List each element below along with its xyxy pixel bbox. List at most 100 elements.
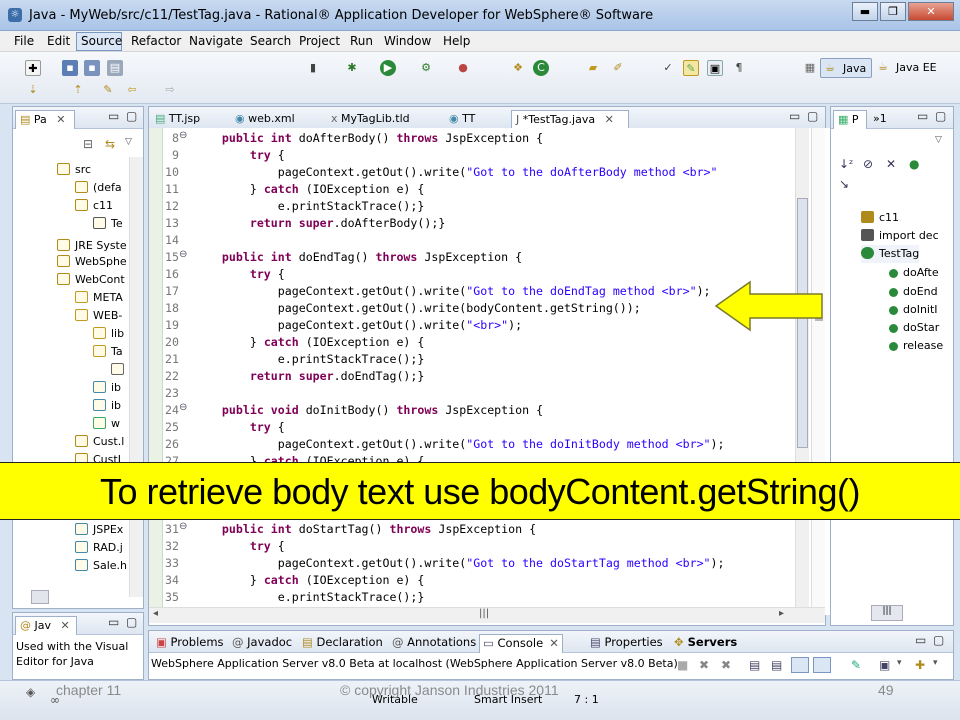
- tree-item[interactable]: META: [75, 289, 123, 307]
- new-class-icon[interactable]: C: [533, 60, 549, 76]
- toggle-breadcrumb-icon[interactable]: ✓: [660, 60, 676, 76]
- outline-item[interactable]: doInitI: [889, 301, 938, 319]
- scroll-lock-icon[interactable]: ▤: [771, 658, 782, 672]
- code-line[interactable]: 33 pageContext.getOut().write("Got to th…: [149, 555, 947, 572]
- code-line[interactable]: 10 pageContext.getOut().write("Got to th…: [149, 164, 947, 181]
- search-icon[interactable]: ✐: [610, 60, 626, 76]
- maximize-view-icon[interactable]: ▢: [935, 109, 946, 123]
- outline-item[interactable]: doEnd: [889, 283, 938, 301]
- menu-help[interactable]: Help: [443, 34, 470, 48]
- hide-fields-icon[interactable]: ⊘: [863, 157, 873, 171]
- hide-local-types-icon[interactable]: ↘: [839, 177, 849, 191]
- code-line[interactable]: 20 } catch (IOException e) {: [149, 334, 947, 351]
- forward-icon[interactable]: ⇨: [162, 82, 178, 98]
- tree-item[interactable]: w: [93, 415, 120, 433]
- perspective-java[interactable]: ☕ Java: [820, 58, 872, 78]
- close-button[interactable]: ✕: [908, 2, 954, 21]
- display-console-icon[interactable]: ▣: [879, 658, 890, 672]
- tab-javadoc[interactable]: @ Javadoc: [229, 634, 295, 653]
- tree-item[interactable]: (defa: [75, 179, 122, 197]
- close-tab-icon[interactable]: ✕: [549, 636, 559, 650]
- tree-item[interactable]: src: [57, 161, 91, 179]
- code-line[interactable]: 11 } catch (IOException e) {: [149, 181, 947, 198]
- fold-icon[interactable]: ⊖: [179, 402, 187, 413]
- menu-refactor[interactable]: Refactor: [131, 34, 181, 48]
- tab-javadoc-mini[interactable]: @ Jav ✕: [15, 616, 77, 635]
- menu-edit[interactable]: Edit: [47, 34, 70, 48]
- new-package-icon[interactable]: ❖: [510, 60, 526, 76]
- show-on-stderr-icon[interactable]: [813, 657, 831, 673]
- print-icon[interactable]: ▤: [107, 60, 123, 76]
- menu-run[interactable]: Run: [350, 34, 373, 48]
- tree-item[interactable]: Cust.l: [75, 433, 124, 451]
- code-line[interactable]: 32 try {: [149, 538, 947, 555]
- code-line[interactable]: 35 e.printStackTrace();}: [149, 589, 947, 606]
- code-area[interactable]: 8 public int doAfterBody() throws JspExc…: [149, 128, 947, 615]
- hide-nonpublic-icon[interactable]: ●: [909, 157, 919, 171]
- code-line[interactable]: 19 pageContext.getOut().write("<br>");: [149, 317, 947, 334]
- outline-hscroll-grip[interactable]: |||: [871, 605, 903, 621]
- maximize-view-icon[interactable]: ▢: [807, 109, 818, 123]
- menu-navigate[interactable]: Navigate: [189, 34, 243, 48]
- terminate-icon[interactable]: ■: [677, 658, 688, 672]
- tab-annotations[interactable]: @ Annotations: [389, 634, 479, 653]
- tree-item[interactable]: c11: [75, 197, 113, 215]
- open-console-dropdown-icon[interactable]: ▾: [933, 658, 938, 668]
- fold-icon[interactable]: ⊖: [179, 130, 187, 141]
- sort-icon[interactable]: ↓ᶻ: [839, 157, 853, 171]
- tree-hscroll-thumb[interactable]: [31, 590, 49, 604]
- save-all-icon[interactable]: ▪: [84, 60, 100, 76]
- profile-icon[interactable]: ●: [455, 60, 471, 76]
- tree-item[interactable]: RAD.j: [75, 539, 123, 557]
- view-menu-icon[interactable]: ▽: [935, 135, 942, 145]
- code-line[interactable]: 22 return super.doEndTag();}: [149, 368, 947, 385]
- pin-console-icon[interactable]: ✎: [851, 658, 861, 672]
- new-icon[interactable]: ✚: [25, 60, 41, 76]
- outline-item[interactable]: import dec: [861, 227, 939, 245]
- maximize-view-icon[interactable]: ▢: [933, 633, 944, 647]
- minimize-view-icon[interactable]: ▭: [108, 109, 119, 123]
- tree-item[interactable]: WebCont: [57, 271, 125, 289]
- tab-more-views[interactable]: »1: [869, 110, 893, 129]
- tree-item[interactable]: ib: [93, 397, 121, 415]
- code-line[interactable]: 12 e.printStackTrace();}: [149, 198, 947, 215]
- outline-item[interactable]: c11: [861, 209, 899, 227]
- outline-item[interactable]: release: [889, 337, 943, 355]
- tab-servers[interactable]: ✥ Servers: [671, 634, 740, 653]
- minimize-view-icon[interactable]: ▭: [917, 109, 928, 123]
- display-console-dropdown-icon[interactable]: ▾: [897, 658, 902, 668]
- tree-item[interactable]: Sale.h: [75, 557, 127, 575]
- server-icon[interactable]: ▮: [305, 60, 321, 76]
- open-console-icon[interactable]: ✚: [915, 658, 925, 672]
- maximize-button[interactable]: ❐: [880, 2, 906, 21]
- tab-outline[interactable]: ▦ P: [833, 110, 867, 129]
- outline-item[interactable]: doAfte: [889, 264, 939, 282]
- link-with-editor-icon[interactable]: ⇆: [105, 137, 115, 151]
- tree-item[interactable]: WebSphe: [57, 253, 127, 271]
- tree-item[interactable]: Ta: [93, 343, 123, 361]
- menu-search[interactable]: Search: [250, 34, 291, 48]
- tab-problems[interactable]: ▣ Problems: [153, 634, 227, 653]
- hide-static-icon[interactable]: ✕: [886, 157, 896, 171]
- close-tab-icon[interactable]: ✕: [56, 113, 65, 126]
- tab-testtag-java[interactable]: J *TestTag.java ✕: [511, 110, 629, 129]
- fold-icon[interactable]: ⊖: [179, 521, 187, 532]
- code-line[interactable]: 24 public void doInitBody() throws JspEx…: [149, 402, 947, 419]
- tree-item[interactable]: lib: [93, 325, 124, 343]
- collapse-all-icon[interactable]: ⊟: [83, 137, 93, 151]
- tab-tt-jsp[interactable]: ▤ TT.jsp: [151, 110, 225, 129]
- last-edit-icon[interactable]: ✎: [100, 82, 116, 98]
- next-annotation-icon[interactable]: ⇣: [25, 82, 41, 98]
- tree-item[interactable]: ib: [93, 379, 121, 397]
- close-tab-icon[interactable]: ✕: [61, 619, 70, 632]
- remove-all-icon[interactable]: ✖: [721, 658, 731, 672]
- tab-tt[interactable]: ◉ TT: [445, 110, 505, 129]
- minimize-button[interactable]: ▬: [852, 2, 878, 21]
- tab-properties[interactable]: ▤ Properties: [587, 634, 666, 653]
- tab-console[interactable]: ▭ Console ✕: [479, 634, 563, 653]
- code-line[interactable]: 16 try {: [149, 266, 947, 283]
- outline-item[interactable]: TestTag: [861, 245, 920, 263]
- remove-launch-icon[interactable]: ✖: [699, 658, 709, 672]
- code-line[interactable]: 14: [149, 232, 947, 249]
- fast-view-icon[interactable]: ◈: [26, 685, 35, 699]
